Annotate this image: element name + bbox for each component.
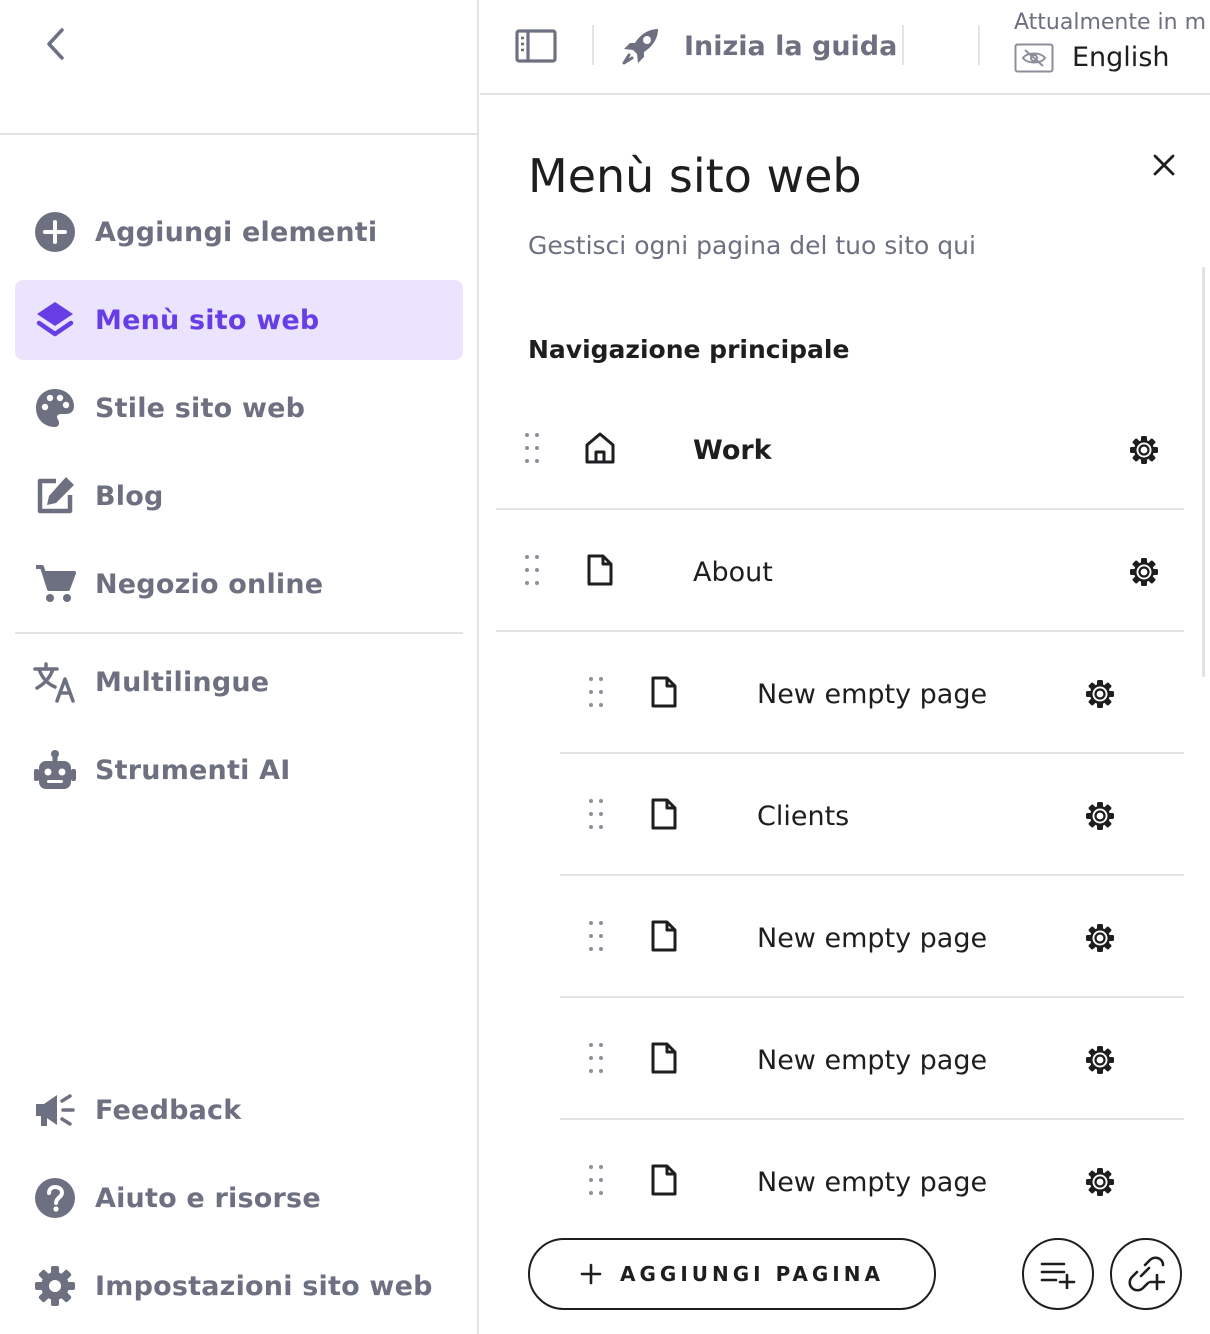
page-settings-gear-icon[interactable] xyxy=(1080,918,1120,958)
edit-icon xyxy=(15,475,95,517)
page-icon xyxy=(644,1036,684,1080)
top-bar: Inizia la guida Attualmente in m English xyxy=(480,0,1210,95)
sidebar-item-online-store[interactable]: Negozio online xyxy=(15,544,463,624)
sidebar-item-add-elements[interactable]: Aggiungi elementi xyxy=(15,192,463,272)
page-icon xyxy=(644,670,684,714)
page-settings-gear-icon[interactable] xyxy=(1080,1040,1120,1080)
robot-icon xyxy=(15,749,95,791)
language-label: English xyxy=(1072,42,1170,73)
toggle-sidebar-button[interactable] xyxy=(510,24,562,68)
sidebar-divider xyxy=(0,133,478,135)
sidebar-item-label: Blog xyxy=(95,480,164,512)
link-add-icon xyxy=(1128,1256,1165,1292)
page-name[interactable]: New empty page xyxy=(757,634,987,754)
page-row-new-empty-page[interactable]: New empty page xyxy=(560,634,1184,754)
scrollbar[interactable] xyxy=(1202,267,1205,677)
website-menu-panel: Menù sito web Gestisci ogni pagina del t… xyxy=(480,97,1210,1334)
plus-circle-icon xyxy=(15,211,95,253)
page-row-new-empty-page[interactable]: New empty page xyxy=(560,878,1184,998)
page-settings-gear-icon[interactable] xyxy=(1080,796,1120,836)
add-page-button[interactable]: AGGIUNGI PAGINA xyxy=(528,1238,936,1310)
eye-off-icon xyxy=(1014,43,1054,72)
sidebar-item-label: Negozio online xyxy=(95,568,324,600)
page-row-work[interactable]: Work xyxy=(496,390,1184,510)
sidebar-panel-icon xyxy=(515,29,557,63)
page-icon xyxy=(580,548,620,592)
drag-handle-icon[interactable] xyxy=(581,1158,611,1202)
sidebar-item-website-menu[interactable]: Menù sito web xyxy=(15,280,463,360)
drag-handle-icon[interactable] xyxy=(517,426,547,470)
sidebar-item-ai-tools[interactable]: Strumenti AI xyxy=(15,730,463,810)
add-page-label: AGGIUNGI PAGINA xyxy=(620,1262,884,1286)
sidebar-item-website-settings[interactable]: Impostazioni sito web xyxy=(15,1246,463,1326)
chevron-left-icon xyxy=(47,28,64,60)
sidebar-item-label: Multilingue xyxy=(95,666,270,698)
page-name[interactable]: About xyxy=(693,512,773,632)
sidebar-item-label: Stile sito web xyxy=(95,392,306,424)
close-button[interactable] xyxy=(1144,145,1184,185)
page-settings-gear-icon[interactable] xyxy=(1080,674,1120,714)
page-icon xyxy=(644,792,684,836)
page-name[interactable]: New empty page xyxy=(757,878,987,998)
sidebar-item-label: Strumenti AI xyxy=(95,754,291,786)
translate-icon xyxy=(15,661,95,703)
help-icon xyxy=(15,1177,95,1219)
sidebar-item-label: Aggiungi elementi xyxy=(95,216,378,248)
sidebar-item-feedback[interactable]: Feedback xyxy=(15,1070,463,1150)
page-icon xyxy=(644,1158,684,1202)
page-row-about[interactable]: About xyxy=(496,512,1184,632)
panel-actions: AGGIUNGI PAGINA xyxy=(480,1207,1210,1334)
toolbar-divider xyxy=(978,25,980,65)
panel-title: Menù sito web xyxy=(528,149,862,203)
drag-handle-icon[interactable] xyxy=(517,548,547,592)
plus-icon xyxy=(580,1263,602,1285)
section-title: Navigazione principale xyxy=(528,335,850,364)
sidebar-divider xyxy=(15,632,463,634)
toolbar-divider xyxy=(592,25,594,65)
layers-icon xyxy=(15,299,95,341)
sidebar-item-label: Menù sito web xyxy=(95,304,320,336)
drag-handle-icon[interactable] xyxy=(581,914,611,958)
page-row-new-empty-page[interactable]: New empty page xyxy=(560,1000,1184,1120)
close-icon xyxy=(1153,154,1175,176)
add-link-button[interactable] xyxy=(1110,1238,1182,1310)
page-settings-gear-icon[interactable] xyxy=(1080,1162,1120,1202)
page-row-clients[interactable]: Clients xyxy=(560,756,1184,876)
rocket-icon xyxy=(622,29,658,65)
back-button[interactable] xyxy=(36,24,76,64)
sidebar-item-multilingual[interactable]: Multilingue xyxy=(15,642,463,722)
sidebar-item-help[interactable]: Aiuto e risorse xyxy=(15,1158,463,1238)
page-icon xyxy=(644,914,684,958)
sidebar-item-website-style[interactable]: Stile sito web xyxy=(15,368,463,448)
sidebar: Aggiungi elementi Menù sito web Stile si… xyxy=(0,0,479,1334)
language-caption: Attualmente in m xyxy=(1014,10,1206,35)
sidebar-item-label: Aiuto e risorse xyxy=(95,1182,321,1214)
page-settings-gear-icon[interactable] xyxy=(1124,430,1164,470)
language-selector[interactable]: English xyxy=(1014,42,1170,73)
sidebar-item-label: Feedback xyxy=(95,1094,242,1126)
page-name[interactable]: Work xyxy=(693,390,772,510)
cart-icon xyxy=(15,563,95,605)
add-dropdown-button[interactable] xyxy=(1022,1238,1094,1310)
sidebar-item-label: Impostazioni sito web xyxy=(95,1270,433,1302)
list-add-icon xyxy=(1040,1262,1076,1289)
page-settings-gear-icon[interactable] xyxy=(1124,552,1164,592)
sidebar-item-blog[interactable]: Blog xyxy=(15,456,463,536)
start-guide-label: Inizia la guida xyxy=(684,30,898,62)
start-guide-button[interactable]: Inizia la guida xyxy=(620,20,897,72)
settings-icon xyxy=(15,1265,95,1307)
panel-subtitle: Gestisci ogni pagina del tuo sito qui xyxy=(528,231,976,260)
drag-handle-icon[interactable] xyxy=(581,670,611,714)
palette-icon xyxy=(15,387,95,429)
drag-handle-icon[interactable] xyxy=(581,792,611,836)
page-name[interactable]: New empty page xyxy=(757,1000,987,1120)
megaphone-icon xyxy=(15,1089,95,1131)
toolbar-divider xyxy=(902,25,904,65)
page-name[interactable]: Clients xyxy=(757,756,849,876)
drag-handle-icon[interactable] xyxy=(581,1036,611,1080)
home-icon xyxy=(580,426,620,470)
